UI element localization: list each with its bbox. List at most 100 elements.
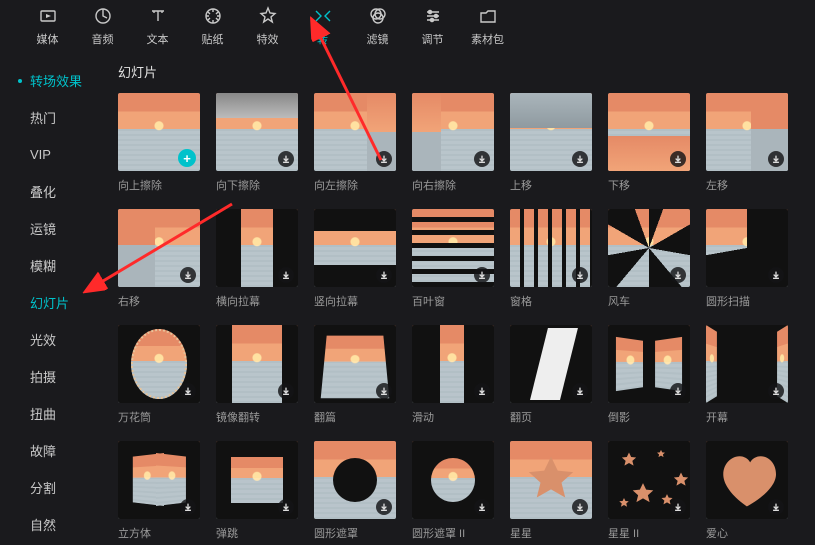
thumbnail[interactable] [412,441,494,519]
download-icon[interactable] [768,151,784,167]
download-icon[interactable] [572,383,588,399]
download-icon[interactable] [670,499,686,515]
transition-windmill[interactable]: 风车 [608,209,690,309]
download-icon[interactable] [278,383,294,399]
transition-star-2[interactable]: 星星 II [608,441,690,541]
transition-move-up[interactable]: 上移 [510,93,592,193]
thumbnail[interactable] [510,325,592,403]
thumbnail[interactable] [412,209,494,287]
tool-audio[interactable]: 音频 [75,0,130,52]
thumbnail[interactable] [706,209,788,287]
thumbnail[interactable]: + [118,93,200,171]
transition-wipe-right[interactable]: 向右擦除 [412,93,494,193]
download-icon[interactable] [180,267,196,283]
download-icon[interactable] [768,499,784,515]
sidebar-item-叠化[interactable]: 叠化 [0,173,104,210]
transition-circle-mask[interactable]: 圆形遮罩 [314,441,396,541]
download-icon[interactable] [768,383,784,399]
transition-mirror-flip[interactable]: 镜像翻转 [216,325,298,425]
download-icon[interactable] [572,151,588,167]
transition-flip-book[interactable]: 翻篇 [314,325,396,425]
thumbnail[interactable] [314,325,396,403]
transition-wipe-up[interactable]: +向上擦除 [118,93,200,193]
thumbnail[interactable] [216,325,298,403]
download-icon[interactable] [376,499,392,515]
thumbnail[interactable] [510,441,592,519]
transition-blinds[interactable]: 百叶窗 [412,209,494,309]
sidebar-item-分割[interactable]: 分割 [0,469,104,506]
transition-wipe-left[interactable]: 向左擦除 [314,93,396,193]
tool-filter[interactable]: 滤镜 [350,0,405,52]
tool-media[interactable]: 媒体 [20,0,75,52]
tool-transition[interactable]: 转 [295,0,350,52]
thumbnail[interactable] [314,93,396,171]
download-icon[interactable] [474,267,490,283]
thumbnail[interactable] [706,93,788,171]
transition-curtain-open[interactable]: 开幕 [706,325,788,425]
download-icon[interactable] [180,499,196,515]
transition-move-left[interactable]: 左移 [706,93,788,193]
download-icon[interactable] [474,383,490,399]
download-icon[interactable] [278,267,294,283]
download-icon[interactable] [572,499,588,515]
download-icon[interactable] [376,383,392,399]
transition-kaleido[interactable]: 万花筒 [118,325,200,425]
thumbnail[interactable] [706,325,788,403]
transition-page-turn[interactable]: 翻页 [510,325,592,425]
transition-circle-scan[interactable]: 圆形扫描 [706,209,788,309]
thumbnail[interactable] [608,93,690,171]
transition-bounce[interactable]: 弹跳 [216,441,298,541]
thumbnail[interactable] [314,441,396,519]
sidebar-item-拍摄[interactable]: 拍摄 [0,358,104,395]
download-icon[interactable] [670,151,686,167]
thumbnail[interactable] [118,441,200,519]
thumbnail[interactable] [706,441,788,519]
transition-star[interactable]: 星星 [510,441,592,541]
sidebar-item-热门[interactable]: 热门 [0,99,104,136]
tool-adjust[interactable]: 调节 [405,0,460,52]
sidebar-item-故障[interactable]: 故障 [0,432,104,469]
transition-heart[interactable]: 爱心 [706,441,788,541]
transition-fold-back[interactable]: 倒影 [608,325,690,425]
thumbnail[interactable] [412,93,494,171]
tool-text[interactable]: 文本 [130,0,185,52]
download-icon[interactable] [670,267,686,283]
sidebar-item-运镜[interactable]: 运镜 [0,210,104,247]
thumbnail[interactable] [608,325,690,403]
download-icon[interactable] [376,151,392,167]
thumbnail[interactable] [608,441,690,519]
transition-v-curtain[interactable]: 竖向拉幕 [314,209,396,309]
thumbnail[interactable] [216,93,298,171]
transition-slide[interactable]: 滑动 [412,325,494,425]
thumbnail[interactable] [118,325,200,403]
download-icon[interactable] [278,151,294,167]
tool-effect[interactable]: 特效 [240,0,295,52]
thumbnail[interactable] [510,209,592,287]
add-icon[interactable]: + [178,149,196,167]
thumbnail[interactable] [412,325,494,403]
download-icon[interactable] [572,267,588,283]
thumbnail[interactable] [118,209,200,287]
transition-grid[interactable]: 窗格 [510,209,592,309]
download-icon[interactable] [376,267,392,283]
sidebar-header[interactable]: 转场效果 [0,62,104,99]
transition-move-right[interactable]: 右移 [118,209,200,309]
download-icon[interactable] [180,383,196,399]
transition-cube[interactable]: 立方体 [118,441,200,541]
download-icon[interactable] [670,383,686,399]
thumbnail[interactable] [216,209,298,287]
thumbnail[interactable] [314,209,396,287]
sidebar-item-VIP[interactable]: VIP [0,136,104,173]
sidebar-item-光效[interactable]: 光效 [0,321,104,358]
transition-wipe-down[interactable]: 向下擦除 [216,93,298,193]
sidebar-item-扭曲[interactable]: 扭曲 [0,395,104,432]
thumbnail[interactable] [608,209,690,287]
download-icon[interactable] [474,151,490,167]
download-icon[interactable] [474,499,490,515]
transition-move-down[interactable]: 下移 [608,93,690,193]
sidebar-item-自然[interactable]: 自然 [0,506,104,543]
transition-circle-mask-2[interactable]: 圆形遮罩 II [412,441,494,541]
sidebar-item-幻灯片[interactable]: 幻灯片 [0,284,104,321]
transition-h-curtain[interactable]: 横向拉幕 [216,209,298,309]
download-icon[interactable] [768,267,784,283]
